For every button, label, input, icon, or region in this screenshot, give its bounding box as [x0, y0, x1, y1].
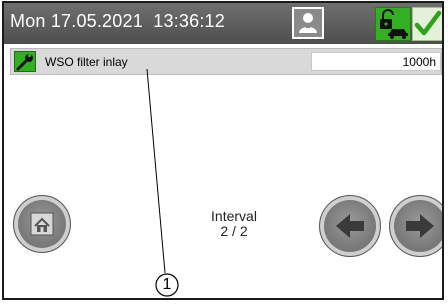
callout-overlay [146, 68, 179, 297]
callout-leader-line [146, 68, 166, 274]
callout-number: 1 [162, 276, 172, 293]
